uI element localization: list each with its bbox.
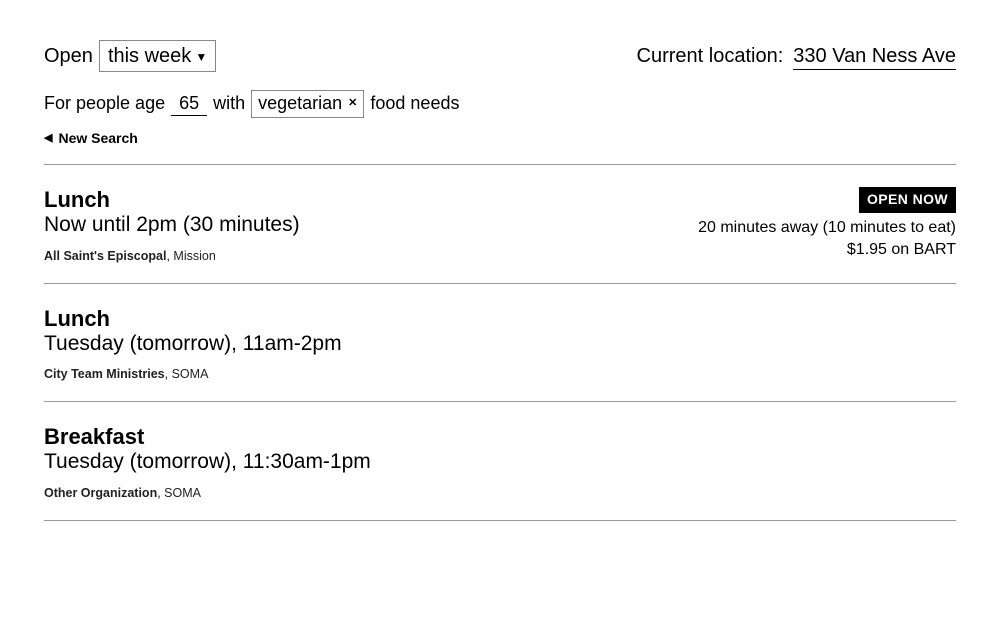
result-meal: Lunch (44, 187, 300, 212)
chevron-down-icon: ▼ (195, 50, 207, 64)
diet-tag[interactable]: vegetarian ✕ (251, 90, 364, 118)
timeframe-value: this week (108, 44, 191, 68)
result-org: Other Organization, SOMA (44, 486, 371, 500)
result-schedule: Tuesday (tomorrow), 11am-2pm (44, 331, 342, 357)
filter-suffix: food needs (370, 93, 459, 114)
filter-age-prefix: For people age (44, 93, 165, 114)
result-distance: 20 minutes away (10 minutes to eat) (698, 219, 956, 236)
result-org: All Saint's Episcopal, Mission (44, 249, 300, 263)
result-org: City Team Ministries, SOMA (44, 367, 342, 381)
result-org-area: SOMA (172, 367, 209, 381)
status-badge: OPEN NOW (859, 187, 956, 213)
result-schedule: Now until 2pm (30 minutes) (44, 212, 300, 238)
result-org-name: All Saint's Episcopal (44, 249, 166, 263)
back-icon: ◀ (44, 131, 52, 144)
current-location-input[interactable]: 330 Van Ness Ave (793, 45, 956, 70)
result-meal: Lunch (44, 306, 342, 331)
result-org-name: City Team Ministries (44, 367, 165, 381)
open-label: Open (44, 45, 93, 68)
close-icon[interactable]: ✕ (348, 97, 357, 110)
new-search-button[interactable]: ◀ New Search (44, 130, 138, 146)
result-org-area: SOMA (164, 486, 201, 500)
current-location-label: Current location: (637, 45, 784, 68)
result-meal: Breakfast (44, 424, 371, 449)
diet-tag-label: vegetarian (258, 93, 342, 115)
result-org-name: Other Organization (44, 486, 157, 500)
result-cost: $1.95 on BART (847, 241, 956, 258)
timeframe-dropdown[interactable]: this week ▼ (99, 40, 216, 72)
filter-with-label: with (213, 93, 245, 114)
result-item[interactable]: Lunch Tuesday (tomorrow), 11am-2pm City … (44, 283, 956, 402)
result-schedule: Tuesday (tomorrow), 11:30am-1pm (44, 449, 371, 475)
result-org-area: Mission (173, 249, 215, 263)
new-search-label: New Search (58, 130, 137, 146)
result-item[interactable]: Lunch Now until 2pm (30 minutes) All Sai… (44, 164, 956, 283)
age-field[interactable] (171, 93, 207, 116)
result-item[interactable]: Breakfast Tuesday (tomorrow), 11:30am-1p… (44, 401, 956, 521)
